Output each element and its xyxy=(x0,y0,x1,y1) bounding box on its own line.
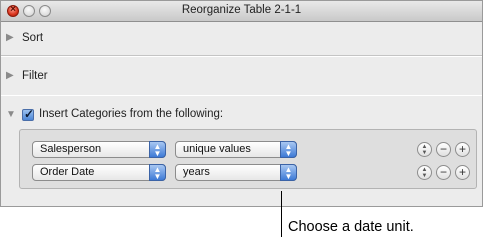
checkmark-icon: ✓ xyxy=(24,107,35,121)
grouping-value: years xyxy=(183,166,210,178)
window-title: Reorganize Table 2-1-1 xyxy=(181,4,302,16)
disclosure-right-icon[interactable]: ▶ xyxy=(6,32,14,43)
remove-rule-button[interactable]: − xyxy=(436,142,451,157)
column-value: Salesperson xyxy=(40,143,102,155)
reorganize-window: × Reorganize Table 2-1-1 ▶ Sort ▶ Filter… xyxy=(0,0,483,207)
popup-arrows-icon: ▲ ▼ xyxy=(280,141,297,158)
plus-icon: + xyxy=(458,165,466,179)
grouping-popup-row-2[interactable]: years ▲ ▼ xyxy=(175,164,297,181)
popup-arrows-icon: ▲ ▼ xyxy=(149,141,166,158)
disclosure-down-icon[interactable]: ▼ xyxy=(6,109,16,120)
filter-section[interactable]: ▶ Filter xyxy=(1,56,482,96)
title-bar[interactable]: × Reorganize Table 2-1-1 xyxy=(1,1,482,22)
insert-categories-section: ▼ ✓ Insert Categories from the following… xyxy=(1,95,482,207)
popup-arrows-icon: ▲ ▼ xyxy=(280,164,297,181)
insert-categories-checkbox[interactable]: ✓ xyxy=(22,107,35,121)
minus-icon: − xyxy=(439,165,447,179)
column-value: Order Date xyxy=(40,166,95,178)
sort-section[interactable]: ▶ Sort xyxy=(1,22,482,56)
insert-categories-label[interactable]: Insert Categories from the following: xyxy=(39,108,223,120)
grouping-popup-row-1[interactable]: unique values ▲ ▼ xyxy=(175,141,297,158)
popup-arrows-icon: ▲ ▼ xyxy=(149,164,166,181)
callout-text: Choose a date unit. xyxy=(288,219,414,235)
move-stepper-button[interactable]: ▲ ▼ xyxy=(417,142,432,157)
stepper-down-icon: ▼ xyxy=(421,150,428,156)
column-popup-row-1[interactable]: Salesperson ▲ ▼ xyxy=(32,141,166,158)
filter-label[interactable]: Filter xyxy=(22,70,48,82)
column-popup-row-2[interactable]: Order Date ▲ ▼ xyxy=(32,164,166,181)
add-rule-button[interactable]: + xyxy=(455,142,470,157)
disclosure-right-icon[interactable]: ▶ xyxy=(6,70,14,81)
grouping-value: unique values xyxy=(183,143,251,155)
callout-line xyxy=(281,191,282,237)
sort-label[interactable]: Sort xyxy=(22,32,43,44)
category-rules-box: Salesperson ▲ ▼ unique values ▲ ▼ ▲ ▼ − + O… xyxy=(19,129,477,189)
stepper-down-icon: ▼ xyxy=(421,173,428,179)
minus-icon: − xyxy=(439,142,447,156)
add-rule-button[interactable]: + xyxy=(455,165,470,180)
move-stepper-button[interactable]: ▲ ▼ xyxy=(417,165,432,180)
remove-rule-button[interactable]: − xyxy=(436,165,451,180)
plus-icon: + xyxy=(458,142,466,156)
